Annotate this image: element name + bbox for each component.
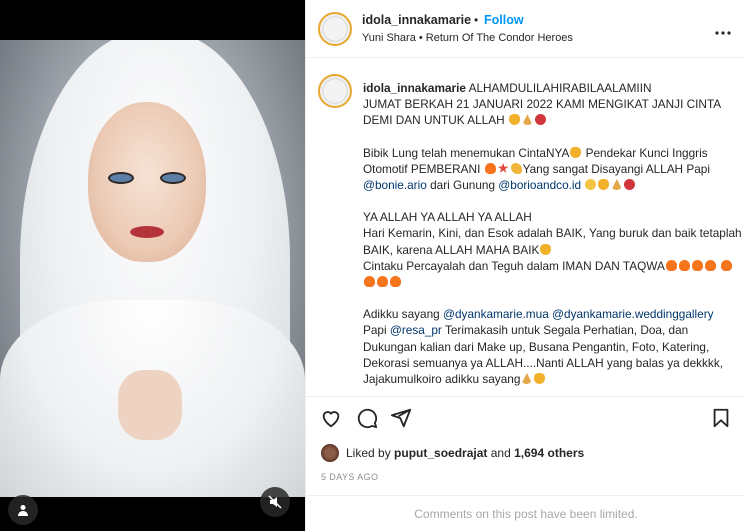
speaker-muted-icon[interactable] bbox=[260, 487, 290, 517]
caption: idola_innakamarie ALHAMDULILAHIRABILAALA… bbox=[306, 58, 745, 396]
hand bbox=[118, 370, 182, 440]
follow-button[interactable]: Follow bbox=[484, 13, 524, 27]
caption-line: Adikku sayang bbox=[363, 307, 444, 322]
share-icon[interactable] bbox=[390, 407, 412, 429]
open-hands-emoji bbox=[598, 179, 610, 191]
right-eye bbox=[160, 172, 186, 184]
fire-emoji bbox=[364, 276, 375, 288]
fire-emoji bbox=[390, 276, 401, 288]
user-tag-icon[interactable] bbox=[8, 495, 38, 525]
post-sidebar: idola_innakamarie • Follow Yuni Shara • … bbox=[305, 0, 745, 531]
face bbox=[88, 102, 206, 262]
bookmark-icon[interactable] bbox=[710, 407, 732, 429]
rose-emoji bbox=[534, 114, 546, 126]
mention-link[interactable]: @dyankamarie.mua bbox=[443, 307, 549, 321]
mention-link[interactable]: @borioandco.id bbox=[498, 178, 581, 192]
comment-icon[interactable] bbox=[356, 407, 378, 429]
action-bar bbox=[306, 396, 745, 438]
header-username[interactable]: idola_innakamarie bbox=[362, 13, 471, 27]
open-hands-emoji bbox=[570, 146, 582, 158]
mention-link[interactable]: @dyankamarie.weddinggallery bbox=[552, 307, 714, 321]
post-media[interactable] bbox=[0, 0, 305, 531]
mention-link[interactable]: @resa_pr bbox=[390, 323, 442, 337]
liker-username[interactable]: puput_soedrajat bbox=[394, 446, 487, 460]
pray-emoji bbox=[611, 179, 623, 191]
open-hands-emoji bbox=[508, 114, 520, 126]
caption-line: Hari Kemarin, Kini, dan Esok adalah BAIK… bbox=[363, 226, 742, 257]
fire-emoji bbox=[704, 259, 716, 271]
audio-track[interactable]: Yuni Shara • Return Of The Condor Heroes bbox=[362, 32, 573, 44]
open-hands-emoji bbox=[534, 373, 546, 385]
fire-emoji bbox=[691, 259, 703, 271]
likes-prefix: Liked by bbox=[346, 446, 391, 460]
caption-line: Cintaku Percayalah dan Teguh dalam IMAN … bbox=[363, 258, 665, 273]
caption-line: Yang sangat Disayangi ALLAH Papi bbox=[522, 161, 710, 176]
heart-icon[interactable] bbox=[320, 407, 342, 429]
caption-line: YA ALLAH YA ALLAH YA ALLAH bbox=[363, 210, 532, 225]
fire-emoji bbox=[377, 276, 388, 288]
comments-limited-notice: Comments on this post have been limited. bbox=[306, 495, 745, 531]
mention-link[interactable]: @bonie.ario bbox=[363, 178, 427, 192]
caption-line: ALHAMDULILAHIRABILAALAMIIN bbox=[468, 81, 652, 95]
post-timestamp[interactable]: 5 DAYS AGO bbox=[321, 472, 378, 482]
collision-emoji bbox=[497, 162, 509, 173]
liker-avatar[interactable] bbox=[321, 444, 339, 462]
separator-dot: • bbox=[474, 13, 479, 27]
post-header: idola_innakamarie • Follow Yuni Shara • … bbox=[306, 0, 745, 58]
bride-photo[interactable] bbox=[0, 40, 305, 497]
open-hands-emoji bbox=[540, 243, 552, 255]
caption-username[interactable]: idola_innakamarie bbox=[363, 81, 466, 95]
likes-summary: Liked by puput_soedrajat and 1,694 other… bbox=[321, 443, 584, 463]
avatar[interactable] bbox=[318, 12, 352, 46]
caption-line: Papi bbox=[363, 323, 390, 338]
lips bbox=[130, 226, 164, 238]
fire-emoji bbox=[484, 162, 496, 174]
caption-text: idola_innakamarie ALHAMDULILAHIRABILAALA… bbox=[363, 80, 743, 403]
caption-avatar[interactable] bbox=[318, 74, 352, 108]
muscle-emoji bbox=[510, 162, 522, 174]
rose-emoji bbox=[624, 179, 636, 191]
caption-line: Bibik Lung telah menemukan CintaNYA bbox=[363, 145, 570, 160]
pray-emoji bbox=[521, 373, 533, 385]
grin-emoji bbox=[585, 179, 597, 191]
more-horizontal-icon[interactable] bbox=[715, 22, 731, 40]
fire-emoji bbox=[678, 259, 690, 271]
left-eye bbox=[108, 172, 134, 184]
likes-count[interactable]: 1,694 others bbox=[514, 446, 584, 460]
likes-and: and bbox=[490, 446, 511, 460]
fire-emoji bbox=[721, 259, 733, 271]
pray-emoji bbox=[521, 114, 533, 126]
caption-line: dari Gunung bbox=[426, 178, 499, 193]
fire-emoji bbox=[665, 259, 677, 271]
